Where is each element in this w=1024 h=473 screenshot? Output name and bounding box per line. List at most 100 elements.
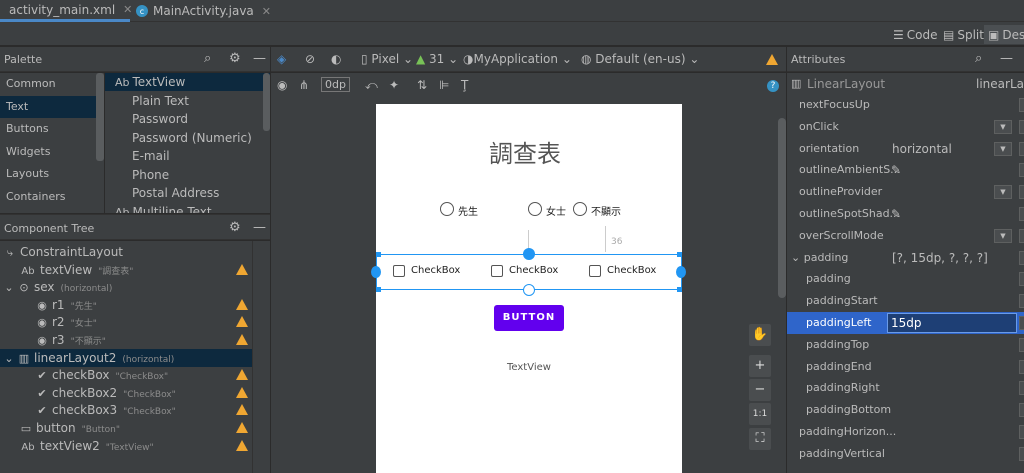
- infer-constraints-icon[interactable]: ✦: [389, 78, 399, 92]
- attribute-reference-button[interactable]: [1019, 425, 1024, 439]
- radio-button-r1[interactable]: [440, 202, 454, 216]
- palette-item[interactable]: E-mail: [105, 147, 270, 165]
- checkbox-3[interactable]: [589, 265, 601, 277]
- code-mode-button[interactable]: ☰ Code: [893, 25, 938, 44]
- layers-icon[interactable]: ◈: [277, 52, 286, 66]
- attribute-row[interactable]: outlineProvider ▼: [787, 181, 1024, 203]
- attribute-row[interactable]: paddingEnd: [787, 356, 1024, 378]
- attribute-reference-button[interactable]: [1019, 359, 1024, 374]
- locale-selector[interactable]: ◍ Default (en-us) ⌄: [581, 52, 699, 66]
- attribute-reference-button[interactable]: [1019, 163, 1024, 178]
- attribute-reference-button[interactable]: [1019, 272, 1024, 287]
- attribute-row[interactable]: padding: [787, 268, 1024, 290]
- preview-textview[interactable]: TextView: [507, 362, 551, 373]
- close-icon[interactable]: ✕: [262, 5, 271, 18]
- minimize-icon[interactable]: —: [253, 51, 266, 66]
- attribute-row[interactable]: paddingHorizon...: [787, 421, 1024, 443]
- attribute-row[interactable]: paddingRight: [787, 377, 1024, 399]
- attribute-reference-button[interactable]: [1019, 250, 1024, 265]
- align-icon[interactable]: ⊫: [439, 78, 449, 92]
- resize-handle[interactable]: [677, 252, 682, 257]
- tree-node[interactable]: ✔ checkBox3 "CheckBox": [0, 401, 252, 419]
- dropdown-icon[interactable]: ▼: [994, 228, 1012, 243]
- resize-handle[interactable]: [376, 287, 381, 292]
- right-anchor-handle[interactable]: [676, 266, 686, 278]
- gear-icon[interactable]: ⚙: [229, 51, 241, 66]
- close-icon[interactable]: ✕: [123, 3, 132, 16]
- attribute-row[interactable]: paddingBottom: [787, 399, 1024, 421]
- attribute-value[interactable]: horizontal: [892, 138, 952, 160]
- chevron-down-icon[interactable]: ⌄: [4, 350, 14, 368]
- attribute-value[interactable]: [?, 15dp, ?, ?, ?]: [892, 247, 988, 269]
- attribute-reference-button[interactable]: [1019, 316, 1024, 330]
- tree-node[interactable]: ✔ checkBox "CheckBox": [0, 366, 252, 384]
- tree-node[interactable]: Ab textView "調查表": [0, 261, 252, 279]
- resize-handle[interactable]: [677, 287, 682, 292]
- palette-item[interactable]: Phone: [105, 166, 270, 184]
- padding-left-input[interactable]: 15dp: [887, 313, 1017, 333]
- minimize-icon[interactable]: —: [1000, 51, 1013, 66]
- chevron-down-icon[interactable]: ⌄: [791, 251, 804, 264]
- eye-icon[interactable]: ◉: [277, 78, 287, 92]
- search-icon[interactable]: ⌕: [975, 51, 982, 66]
- zoom-actual-button[interactable]: 1:1: [749, 403, 771, 425]
- tree-node[interactable]: ◉ r3 "不顯示": [0, 331, 252, 349]
- attribute-reference-button[interactable]: [1019, 119, 1024, 134]
- theme-selector[interactable]: ◑MyApplication ⌄: [463, 52, 572, 66]
- items-scrollbar[interactable]: [263, 73, 270, 131]
- warning-icon[interactable]: [236, 439, 248, 451]
- tree-node[interactable]: ◉ r2 "女士": [0, 313, 252, 331]
- eyedropper-icon[interactable]: ✎: [891, 159, 901, 181]
- gear-icon[interactable]: ⚙: [229, 220, 241, 235]
- split-mode-button[interactable]: ▤ Split: [943, 25, 984, 44]
- attribute-reference-button[interactable]: [1019, 228, 1024, 243]
- warning-icon[interactable]: [236, 298, 248, 310]
- attribute-row[interactable]: orientation horizontal ▼: [787, 138, 1024, 160]
- attribute-row[interactable]: outlineSpotShad... ✎: [787, 203, 1024, 225]
- zoom-out-button[interactable]: −: [749, 379, 771, 401]
- orientation-icon[interactable]: ⊘: [305, 52, 315, 66]
- clear-constraints-icon[interactable]: ⤺: [365, 78, 378, 93]
- attribute-reference-button[interactable]: [1019, 337, 1024, 352]
- category-scrollbar[interactable]: [96, 73, 104, 161]
- radio-button-r3[interactable]: [573, 202, 587, 216]
- bottom-anchor-handle[interactable]: [523, 284, 535, 296]
- tab-main-activity[interactable]: c MainActivity.java ✕: [132, 0, 272, 22]
- attribute-reference-button[interactable]: [1019, 185, 1024, 200]
- checkbox-2[interactable]: [491, 265, 503, 277]
- palette-category-widgets[interactable]: Widgets: [0, 141, 104, 163]
- attribute-row[interactable]: paddingVertical: [787, 443, 1024, 465]
- attribute-reference-button[interactable]: [1019, 446, 1024, 461]
- attribute-reference-button[interactable]: [1019, 381, 1024, 396]
- attribute-row[interactable]: ⌄ padding [?, 15dp, ?, ?, ?]: [787, 247, 1024, 269]
- attribute-row[interactable]: paddingLeft 15dp: [787, 312, 1024, 334]
- dropdown-icon[interactable]: ▼: [994, 185, 1012, 200]
- attribute-reference-button[interactable]: [1019, 141, 1024, 156]
- attribute-reference-button[interactable]: [1019, 98, 1024, 112]
- warning-icon[interactable]: [236, 316, 248, 328]
- help-icon[interactable]: ?: [767, 80, 779, 92]
- design-mode-button[interactable]: ▣ Desi: [984, 25, 1024, 44]
- zoom-fit-icon[interactable]: ⛶: [749, 428, 771, 450]
- dropdown-icon[interactable]: ▼: [994, 119, 1012, 134]
- attribute-reference-button[interactable]: [1019, 403, 1024, 418]
- default-margin-field[interactable]: 0dp: [321, 77, 350, 92]
- pan-hand-icon[interactable]: ✋: [749, 324, 771, 346]
- eyedropper-icon[interactable]: ✎: [891, 203, 901, 225]
- attribute-row[interactable]: paddingStart: [787, 290, 1024, 312]
- tree-node[interactable]: Ab textView2 "TextView": [0, 437, 252, 455]
- attribute-reference-button[interactable]: [1019, 294, 1024, 309]
- palette-category-text[interactable]: Text: [0, 95, 104, 118]
- warning-icon[interactable]: [236, 334, 248, 345]
- palette-item[interactable]: Postal Address: [105, 184, 270, 202]
- attribute-row[interactable]: onClick ▼: [787, 116, 1024, 138]
- tree-node[interactable]: ▭ button "Button": [0, 419, 252, 437]
- warning-icon[interactable]: [236, 386, 248, 398]
- chevron-down-icon[interactable]: ⌄: [4, 279, 14, 297]
- warning-icon[interactable]: [236, 404, 248, 416]
- magnet-icon[interactable]: ⋔: [299, 78, 309, 92]
- palette-item[interactable]: Plain Text: [105, 92, 270, 110]
- warning-icon[interactable]: [236, 422, 248, 433]
- top-anchor-handle[interactable]: [523, 248, 535, 260]
- pack-icon[interactable]: ⇅: [417, 78, 427, 92]
